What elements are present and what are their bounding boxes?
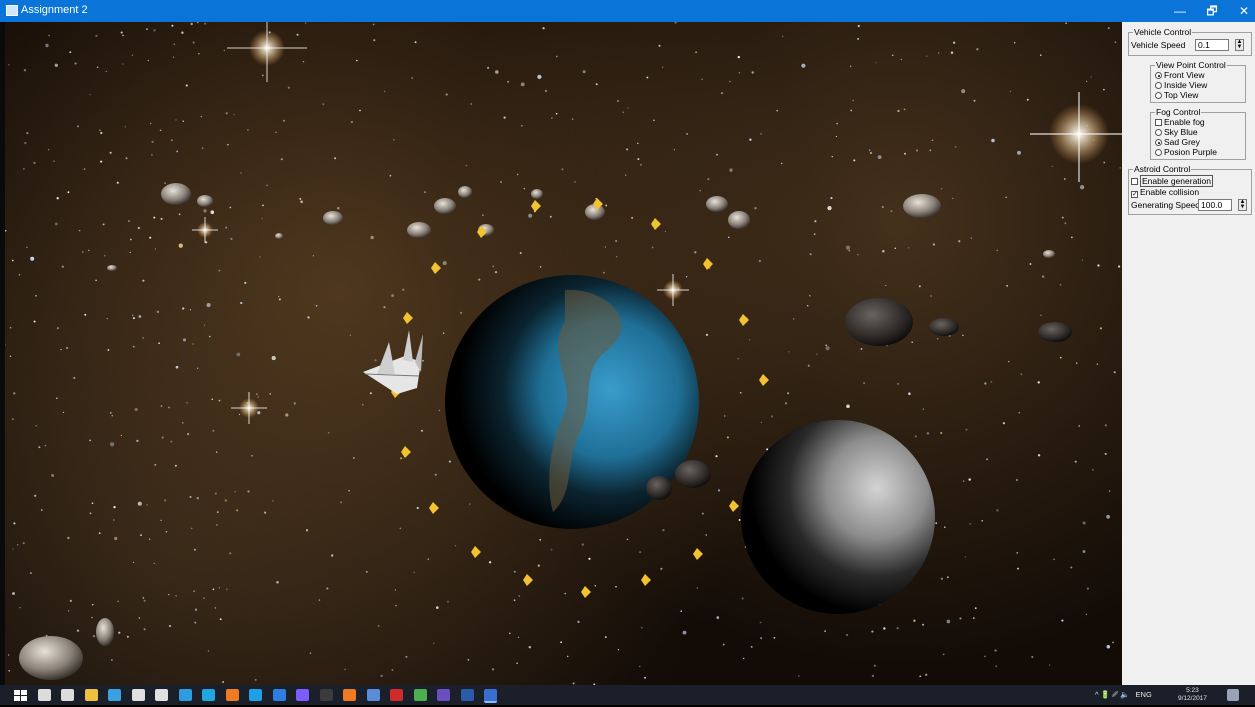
radio-icon	[1155, 129, 1162, 136]
inside-view-radio[interactable]: Inside View	[1155, 80, 1207, 90]
maximize-button[interactable]: 🗗	[1196, 0, 1228, 22]
minimize-button[interactable]: —	[1164, 0, 1196, 22]
checkbox-icon	[1131, 178, 1138, 185]
window-titlebar: Assignment 2 — 🗗 ✕	[0, 0, 1255, 22]
spaceship-vehicle	[363, 330, 423, 394]
clock-time: 5:23	[1186, 687, 1199, 694]
vehicle-speed-label: Vehicle Speed	[1131, 40, 1186, 50]
front-view-label: Front View	[1164, 70, 1205, 80]
clock[interactable]: 5:23 9/12/2017	[1178, 687, 1207, 703]
enable-collision-label: Enable collision	[1140, 187, 1200, 197]
windows-taskbar: ^ 🔋 ␥ 🔈 ENG 5:23 9/12/2017	[0, 685, 1255, 705]
edge-icon[interactable]	[108, 689, 121, 701]
radio-icon	[1155, 92, 1162, 99]
app-icon	[6, 5, 18, 16]
vehicle-control-group: Vehicle Control Vehicle Speed 0.1 ▲ ▼	[1128, 27, 1252, 56]
app-icon[interactable]	[413, 689, 427, 701]
store-icon[interactable]	[155, 689, 168, 701]
moon-planet	[741, 420, 935, 614]
bright-star	[657, 274, 689, 306]
visual-studio-icon[interactable]	[296, 689, 309, 701]
app-icon[interactable]	[366, 689, 380, 701]
task-view-icon[interactable]	[61, 689, 74, 701]
skype-icon[interactable]	[249, 689, 262, 701]
view-point-control-group: View Point Control Front View Inside Vie…	[1150, 60, 1246, 103]
radio-selected-icon	[1155, 139, 1162, 146]
sky-blue-radio[interactable]: Sky Blue	[1155, 127, 1198, 137]
todo-icon[interactable]	[272, 689, 286, 701]
enable-fog-label: Enable fog	[1164, 117, 1205, 127]
minimize-icon: —	[1174, 4, 1186, 18]
enable-generation-checkbox[interactable]: Enable generation	[1131, 175, 1214, 187]
generating-speed-spinner[interactable]: ▲ ▼	[1238, 199, 1247, 211]
enable-generation-label: Enable generation	[1140, 175, 1214, 187]
file-explorer-icon[interactable]	[84, 689, 98, 701]
restore-icon: 🗗	[1206, 4, 1218, 18]
bright-star	[231, 392, 267, 424]
radio-selected-icon	[1155, 72, 1162, 79]
top-view-radio[interactable]: Top View	[1155, 90, 1198, 100]
acrobat-icon[interactable]	[390, 689, 403, 701]
system-tray: ^ 🔋 ␥ 🔈 ENG	[1095, 685, 1152, 705]
vehicle-control-title: Vehicle Control	[1133, 27, 1193, 37]
terminal-icon[interactable]	[319, 689, 333, 701]
close-button[interactable]: ✕	[1228, 0, 1255, 22]
enable-collision-checkbox[interactable]: ✓ Enable collision	[1131, 187, 1199, 198]
radio-icon	[1155, 149, 1162, 156]
view-point-control-title: View Point Control	[1155, 60, 1227, 70]
clock-date: 9/12/2017	[1178, 695, 1207, 702]
tray-icons[interactable]: ^ 🔋 ␥ 🔈	[1095, 690, 1129, 699]
fog-control-group: Fog Control Enable fog Sky Blue Sad Grey…	[1150, 107, 1246, 160]
top-view-label: Top View	[1164, 90, 1199, 100]
checkbox-checked-icon: ✓	[1131, 191, 1138, 198]
opengl-viewport[interactable]	[5, 22, 1122, 685]
bright-star	[1030, 92, 1122, 182]
inside-view-label: Inside View	[1164, 80, 1208, 90]
sad-grey-radio[interactable]: Sad Grey	[1155, 137, 1200, 147]
fog-control-title: Fog Control	[1155, 107, 1202, 117]
space-scene	[5, 22, 1122, 685]
astroid-control-title: Astroid Control	[1133, 164, 1192, 174]
enable-fog-checkbox[interactable]: Enable fog	[1155, 117, 1205, 127]
vehicle-speed-input[interactable]: 0.1	[1195, 39, 1229, 51]
radio-icon	[1155, 82, 1162, 89]
generating-speed-input[interactable]: 100.0	[1198, 199, 1232, 211]
search-icon[interactable]	[37, 689, 51, 701]
front-view-radio[interactable]: Front View	[1155, 70, 1204, 80]
bright-star	[192, 217, 218, 243]
chrome-icon[interactable]	[202, 689, 215, 701]
mail-icon[interactable]	[131, 689, 145, 701]
control-panel: Vehicle Control Vehicle Speed 0.1 ▲ ▼ Vie…	[1122, 22, 1255, 685]
sad-grey-label: Sad Grey	[1164, 137, 1200, 147]
posion-purple-radio[interactable]: Posion Purple	[1155, 147, 1217, 157]
checkbox-icon	[1155, 119, 1162, 126]
language-indicator[interactable]: ENG	[1136, 690, 1152, 699]
app-icon[interactable]	[178, 689, 192, 701]
firefox-icon[interactable]	[225, 689, 239, 701]
word-icon[interactable]	[460, 689, 474, 701]
notification-icon[interactable]	[1227, 689, 1239, 701]
firefox-icon[interactable]	[343, 689, 356, 701]
vehicle-speed-spinner[interactable]: ▲ ▼	[1235, 39, 1244, 51]
visual-studio-icon[interactable]	[437, 689, 450, 701]
assignment-app-icon[interactable]	[484, 689, 497, 703]
astroid-control-group: Astroid Control Enable generation ✓ Enabl…	[1128, 164, 1252, 215]
window-title: Assignment 2	[21, 4, 88, 16]
generating-speed-label: Generating Speed	[1131, 200, 1200, 210]
close-icon: ✕	[1238, 4, 1250, 18]
sky-blue-label: Sky Blue	[1164, 127, 1198, 137]
posion-purple-label: Posion Purple	[1164, 147, 1217, 157]
windows-start-icon[interactable]	[14, 689, 27, 701]
bright-star	[227, 22, 307, 82]
